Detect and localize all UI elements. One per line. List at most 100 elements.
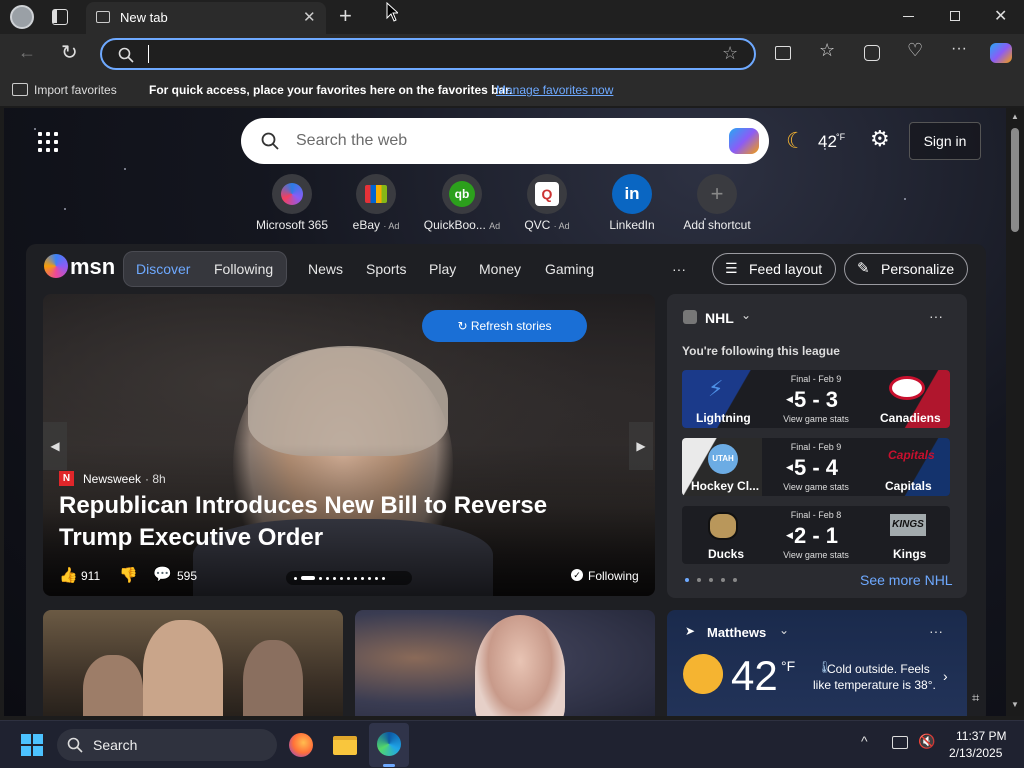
profile-avatar[interactable] [10,5,34,29]
import-favorites-link[interactable]: Import favorites [34,83,117,97]
like-icon[interactable]: 👍 [59,566,78,584]
feed-layout-label: Feed layout [749,261,823,277]
copilot-icon[interactable] [990,43,1012,63]
nav-news[interactable]: News [308,261,343,277]
back-icon[interactable]: ← [18,42,36,63]
tab-actions-icon[interactable] [52,9,68,25]
add-favorite-icon[interactable]: ☆ [722,43,738,64]
add-shortcut-button[interactable]: + Add shortcut [667,174,767,232]
search-input[interactable]: Search the web [296,132,407,150]
nhl-game-row[interactable]: ⚡ Final - Feb 9 5 - 3 ◀ View game stats … [682,370,950,428]
web-search-box[interactable]: Search the web [241,118,769,164]
clock-time[interactable]: 11:37 PM [956,729,1006,743]
minimize-icon[interactable] [903,16,914,17]
split-screen-icon[interactable] [775,46,791,60]
star-decor [34,128,36,130]
volume-muted-icon[interactable]: 🔇 [918,733,935,750]
tab-following[interactable]: Following [214,261,273,277]
comment-count: 595 [177,569,198,583]
network-icon[interactable] [892,736,908,749]
personalize-button[interactable]: ✎ Personalize [844,253,968,285]
nhl-pagination-dots[interactable] [685,578,737,582]
chevron-down-icon[interactable]: ⌄ [779,623,789,637]
weather-location[interactable]: Matthews [707,625,766,640]
chevron-down-icon[interactable]: ⌄ [741,308,751,322]
copilot-search-icon[interactable] [729,128,759,154]
manage-favorites-link[interactable]: Manage favorites now [496,83,613,97]
chat-feedback-icon[interactable]: ⌗ [972,690,979,706]
browser-essentials-icon[interactable]: ♡ [907,40,923,61]
address-bar[interactable]: ☆ [100,38,756,70]
nhl-scores-card: NHL ⌄ ··· You're following this league ⚡… [667,294,967,598]
show-hidden-icons-icon[interactable]: ^ [861,733,868,749]
dislike-icon[interactable]: 👎 [119,566,138,584]
personalize-label: Personalize [881,261,955,277]
edge-taskbar-button[interactable] [369,723,409,767]
winner-arrow-icon: ◀ [786,462,793,472]
scroll-down-icon[interactable]: ▼ [1011,700,1019,709]
comment-icon[interactable]: 💬 [153,565,172,583]
nhl-more-icon[interactable]: ··· [929,308,943,324]
hero-photo-hair [248,346,448,456]
shortcut-label: QVC [524,218,551,232]
hero-following-label[interactable]: Following [588,569,639,583]
page-scrollbar[interactable]: ▲ ▼ [1006,108,1024,716]
taskbar-search-box[interactable]: Search [57,729,277,761]
story-card-musk[interactable] [43,610,343,716]
feed-layout-button[interactable]: ☰ Feed layout [712,253,836,285]
tab-close-icon[interactable]: ✕ [303,8,316,26]
header-weather-temp[interactable]: 42 [818,132,837,152]
hero-story-card[interactable]: ↻ Refresh stories ◀ ▶ N Newsweek · 8h Re… [43,294,655,596]
clock-date[interactable]: 2/13/2025 [949,746,1002,760]
windows-start-icon[interactable] [21,734,43,756]
tab-discover[interactable]: Discover [136,261,190,277]
see-more-nhl-link[interactable]: See more NHL [860,572,953,588]
weather-more-icon[interactable]: ··· [929,623,943,639]
hero-headline[interactable]: Republican Introduces New Bill to Revers… [59,490,619,554]
hero-prev-button[interactable]: ◀ [43,422,67,470]
nav-money[interactable]: Money [479,261,521,277]
file-explorer-icon[interactable] [333,736,357,755]
favorites-icon[interactable]: ☆ [819,40,835,61]
nav-play[interactable]: Play [429,261,456,277]
shortcut-ebay[interactable]: eBay · Ad [326,174,426,232]
collections-icon[interactable] [864,45,880,61]
nhl-game-row[interactable]: KINGS Final - Feb 8 2 - 1 ◀ View game st… [682,506,950,564]
taskbar: Search ^ 🔇 11:37 PM 2/13/2025 [0,720,1024,768]
scroll-thumb[interactable] [1011,128,1019,232]
game-status: Final - Feb 9 [790,374,842,384]
favorites-bar: Import favorites For quick access, place… [0,74,1024,106]
hero-source[interactable]: Newsweek [83,472,141,486]
nav-gaming[interactable]: Gaming [545,261,594,277]
game-score: 5 - 3 [793,387,839,412]
new-tab-icon[interactable]: + [339,3,352,29]
story-photo-person [475,615,565,716]
settings-more-icon[interactable]: ··· [951,40,967,58]
sign-in-button[interactable]: Sign in [909,122,981,160]
address-input[interactable] [148,45,151,63]
story-card-portrait[interactable] [355,610,655,716]
tab-new-tab[interactable]: New tab ✕ [86,2,326,34]
apps-launcher-icon[interactable] [38,132,58,152]
chevron-right-icon[interactable]: › [943,668,948,684]
close-window-icon[interactable]: ✕ [994,6,1007,26]
hero-next-button[interactable]: ▶ [629,422,653,470]
scroll-up-icon[interactable]: ▲ [1011,112,1019,121]
maximize-icon[interactable] [950,11,960,21]
shortcut-label: Microsoft 365 [255,218,329,232]
msn-brand[interactable]: msn [70,254,115,280]
weather-card[interactable]: ➤ Matthews ⌄ ··· 42 °F 🌡 Cold outside. F… [667,610,967,716]
refresh-stories-button[interactable]: ↻ Refresh stories [422,310,587,342]
plus-icon: + [697,174,737,214]
page-settings-icon[interactable]: ⚙ [870,126,890,152]
refresh-icon[interactable]: ↻ [61,40,78,65]
nav-more[interactable]: ··· [672,261,686,277]
msn-logo-icon [44,254,68,278]
moon-icon: ☾ [786,128,806,153]
nav-sports[interactable]: Sports [366,261,406,277]
carousel-dots[interactable] [286,571,412,585]
nhl-title[interactable]: NHL [705,310,734,326]
favorites-message: For quick access, place your favorites h… [149,83,513,97]
nhl-game-row[interactable]: UTAH Capitals Final - Feb 9 5 - 4 ◀ View… [682,438,950,496]
firefox-icon[interactable] [289,733,313,757]
